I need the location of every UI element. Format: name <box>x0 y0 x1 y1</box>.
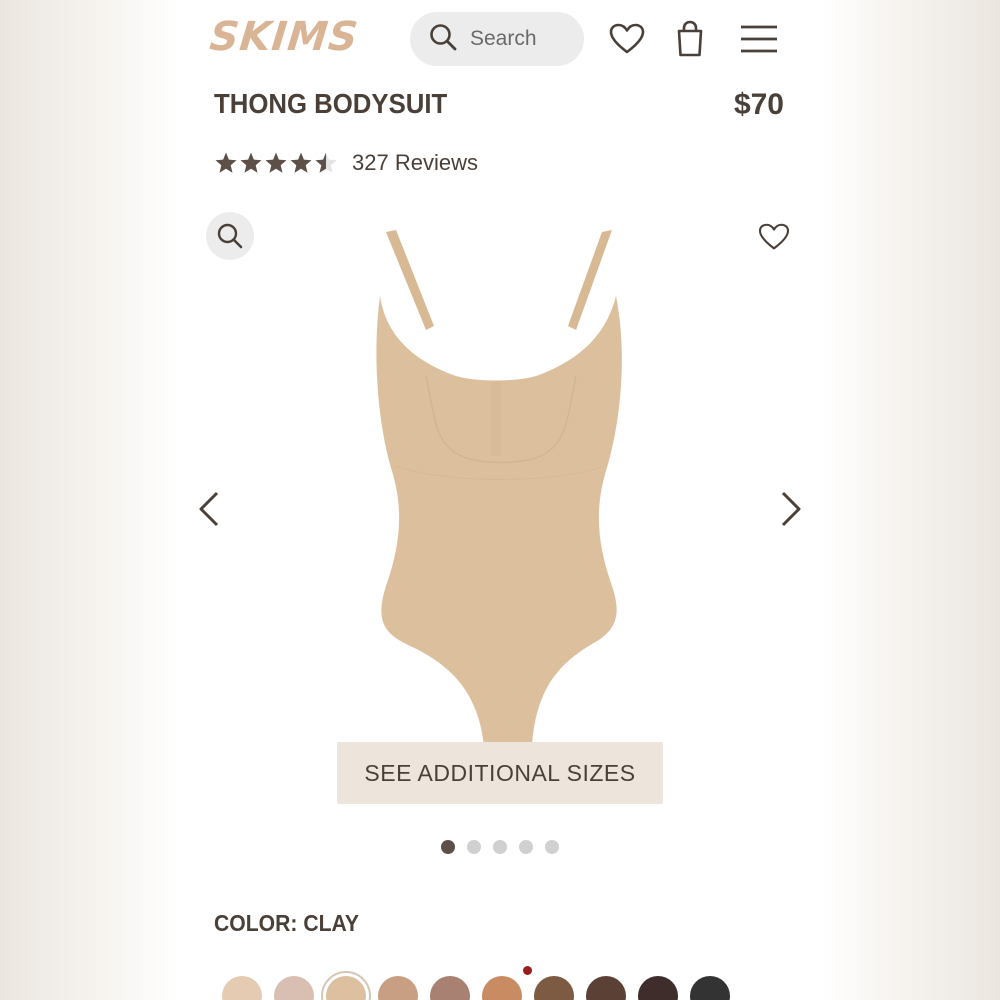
carousel-dot[interactable] <box>545 840 559 854</box>
product-title: THONG BODYSUIT <box>214 88 448 119</box>
search-placeholder: Search <box>470 27 537 50</box>
heart-icon <box>758 223 790 250</box>
color-swatch[interactable] <box>321 971 371 1000</box>
carousel-dot[interactable] <box>467 840 481 854</box>
shopping-bag-button[interactable] <box>672 18 708 60</box>
color-swatch[interactable] <box>690 976 730 1000</box>
carousel-dot[interactable] <box>493 840 507 854</box>
carousel-dot[interactable] <box>441 840 455 854</box>
carousel-dot[interactable] <box>519 840 533 854</box>
color-swatch[interactable] <box>534 976 574 1000</box>
new-color-indicator <box>523 966 532 975</box>
search-bar[interactable]: Search <box>410 12 584 66</box>
heart-icon <box>609 23 645 54</box>
star-icon <box>315 152 337 173</box>
skims-logo[interactable]: SKIMS <box>207 12 361 62</box>
logo-text: SKIMS <box>207 14 361 60</box>
star-icon <box>240 152 262 173</box>
menu-button[interactable] <box>738 20 780 58</box>
color-swatch[interactable] <box>378 976 418 1000</box>
phone-screen: SKIMS Search THONG BODYSUIT $70 327 Revi… <box>182 0 818 1000</box>
magnifier-icon <box>217 223 243 249</box>
star-icon <box>290 152 312 173</box>
see-additional-sizes-button[interactable]: SEE ADDITIONAL SIZES <box>337 742 663 804</box>
search-icon <box>428 22 458 57</box>
color-label: COLOR: CLAY <box>214 910 360 936</box>
next-image-button[interactable] <box>774 488 808 530</box>
previous-image-button[interactable] <box>192 488 226 530</box>
color-swatches <box>222 971 730 1000</box>
rating-row[interactable]: 327 Reviews <box>214 150 478 176</box>
star-icon <box>265 152 287 173</box>
reviews-link[interactable]: 327 Reviews <box>352 150 478 176</box>
product-price: $70 <box>733 88 784 121</box>
color-swatch[interactable] <box>222 976 262 1000</box>
chevron-left-icon <box>199 491 219 527</box>
color-swatch[interactable] <box>482 976 522 1000</box>
color-swatch[interactable] <box>638 976 678 1000</box>
hamburger-menu-icon <box>741 25 777 53</box>
wishlist-button[interactable] <box>608 20 646 58</box>
carousel-pagination <box>441 840 559 854</box>
product-image <box>376 230 622 746</box>
color-swatch[interactable] <box>274 976 314 1000</box>
shopping-bag-icon <box>677 20 703 57</box>
star-icon <box>215 152 237 173</box>
zoom-button[interactable] <box>206 212 254 260</box>
color-swatch[interactable] <box>430 976 470 1000</box>
chevron-right-icon <box>781 491 801 527</box>
image-wishlist-button[interactable] <box>756 220 792 254</box>
color-swatch[interactable] <box>586 976 626 1000</box>
star-rating <box>214 151 338 175</box>
